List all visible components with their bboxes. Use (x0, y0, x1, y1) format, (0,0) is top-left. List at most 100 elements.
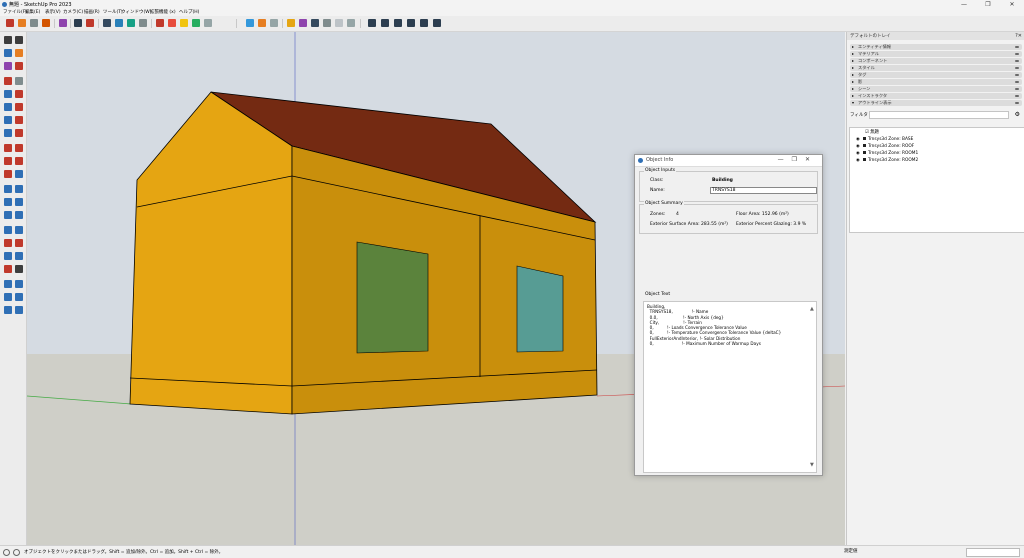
zoom-icon[interactable] (127, 19, 135, 27)
orbit-icon[interactable] (103, 19, 111, 27)
circle-tool-icon[interactable] (4, 103, 12, 111)
zoom-extents-icon[interactable] (139, 19, 147, 27)
menu-tools[interactable]: ツール(T) (103, 9, 123, 16)
tag-tool-icon[interactable] (15, 62, 23, 70)
object-text-area[interactable]: Building, TRNSYS18, !- Name 0.0, !- Nort… (643, 301, 817, 473)
tray-header-buttons[interactable]: ?✕ (1015, 33, 1022, 39)
outliner-root[interactable]: ☑ 無題 (865, 130, 879, 136)
line-icon[interactable] (30, 19, 38, 27)
menu-camera[interactable]: カメラ(C) (63, 9, 83, 16)
freehand-tool-icon[interactable] (15, 77, 23, 85)
layout-icon[interactable] (180, 19, 188, 27)
sandbox3-icon[interactable] (4, 306, 12, 314)
rotated-rect-icon[interactable] (15, 90, 23, 98)
eraser-icon[interactable] (18, 19, 26, 27)
top-view-icon[interactable] (258, 19, 266, 27)
move-icon[interactable] (86, 19, 94, 27)
dimension-tool-icon[interactable] (15, 185, 23, 193)
styles-icon[interactable] (204, 19, 212, 27)
front-view-icon[interactable] (270, 19, 278, 27)
scroll-down-icon[interactable]: ▼ (810, 462, 814, 468)
shaded-icon[interactable] (335, 19, 343, 27)
shaded-textures-icon[interactable] (347, 19, 355, 27)
close-button[interactable]: ✕ (1000, 0, 1024, 9)
text-scrollbar[interactable]: ▲ ▼ (810, 304, 815, 470)
outliner-item-room1[interactable]: ◉ Trnsys3d Zone: ROOM1 (856, 151, 918, 157)
panel-entity-info[interactable]: ▸ エンティティ情報 (850, 43, 1022, 50)
move-tool-icon[interactable] (4, 144, 12, 152)
trnsys-zone-icon[interactable] (368, 19, 376, 27)
pie-tool-icon[interactable] (15, 116, 23, 124)
maximize-button[interactable]: ❐ (976, 0, 1000, 9)
hidden-line-icon[interactable] (323, 19, 331, 27)
polygon-tool-icon[interactable] (15, 103, 23, 111)
wireframe-icon[interactable] (311, 19, 319, 27)
menu-view[interactable]: 表示(V) (45, 9, 61, 16)
protractor-tool-icon[interactable] (4, 198, 12, 206)
paint-bucket-icon[interactable] (59, 19, 67, 27)
back-edges-icon[interactable] (299, 19, 307, 27)
outliner-options-icon[interactable]: ⚙ (1015, 111, 1020, 118)
minimize-button[interactable]: — (952, 0, 976, 9)
select-tool-icon[interactable] (4, 36, 12, 44)
offset-tool-icon[interactable] (15, 170, 23, 178)
orbit-tool-icon[interactable] (4, 226, 12, 234)
outliner-item-roof[interactable]: ◉ Trnsys3d Zone: ROOF (856, 144, 914, 150)
rotate-tool-icon[interactable] (4, 157, 12, 165)
follow-me-icon[interactable] (15, 157, 23, 165)
previous-icon[interactable] (394, 19, 402, 27)
menu-draw[interactable]: 描画(R) (84, 9, 100, 16)
section-plane-icon[interactable] (15, 280, 23, 288)
warehouse-icon[interactable] (156, 19, 164, 27)
iso-view-icon[interactable] (246, 19, 254, 27)
arc-tool-icon[interactable] (4, 116, 12, 124)
lasso-tool-icon[interactable] (15, 36, 23, 44)
next-icon[interactable] (420, 19, 428, 27)
play-icon[interactable] (407, 19, 415, 27)
panel-outliner[interactable]: ▾ アウトライン表示 (850, 99, 1022, 106)
zoom-window-icon[interactable] (15, 239, 23, 247)
dialog-title-bar[interactable]: Object Info —❐✕ (635, 155, 822, 167)
eraser-tool-icon[interactable] (15, 49, 23, 57)
sandbox2-icon[interactable] (15, 293, 23, 301)
axes-tool-icon[interactable] (4, 211, 12, 219)
outliner-item-room2[interactable]: ◉ Trnsys3d Zone: ROOM2 (856, 158, 918, 164)
arc-icon[interactable] (42, 19, 50, 27)
make-component-icon[interactable] (4, 49, 12, 57)
position-camera-icon[interactable] (4, 265, 12, 273)
scale-tool-icon[interactable] (4, 170, 12, 178)
menu-extensions[interactable]: 拡張機能 (x) (150, 9, 176, 16)
menu-window[interactable]: ウィンドウ(W) (121, 9, 151, 16)
filter-input[interactable] (869, 111, 1009, 119)
panel-components[interactable]: ▸ コンポーネント (850, 57, 1022, 64)
arc3-tool-icon[interactable] (15, 129, 23, 137)
tape-tool-icon[interactable] (4, 185, 12, 193)
first-icon[interactable] (381, 19, 389, 27)
panel-materials[interactable]: ▸ マテリアル (850, 50, 1022, 57)
rectangle-tool-icon[interactable] (4, 90, 12, 98)
xray-icon[interactable] (287, 19, 295, 27)
walk-tool-icon[interactable] (15, 265, 23, 273)
extension-manager-icon[interactable] (192, 19, 200, 27)
push-pull-icon[interactable] (74, 19, 82, 27)
sandbox-icon[interactable] (4, 293, 12, 301)
name-input[interactable]: TRNSYS18 (710, 187, 817, 194)
arc2-tool-icon[interactable] (4, 129, 12, 137)
pan-icon[interactable] (115, 19, 123, 27)
panel-scenes[interactable]: ▸ シーン (850, 85, 1022, 92)
panel-styles[interactable]: ▸ スタイル (850, 64, 1022, 71)
zoom-extents-tool-icon[interactable] (4, 252, 12, 260)
pan-tool-icon[interactable] (15, 226, 23, 234)
outliner-item-base[interactable]: ◉ Trnsys3d Zone: BASE (856, 137, 913, 143)
menu-edit[interactable]: 編集(E) (25, 9, 40, 16)
sandbox4-icon[interactable] (15, 306, 23, 314)
last-icon[interactable] (433, 19, 441, 27)
zoom-tool-icon[interactable] (4, 239, 12, 247)
3d-text-icon[interactable] (15, 211, 23, 219)
previous-view-icon[interactable] (15, 252, 23, 260)
extension-warehouse-icon[interactable] (168, 19, 176, 27)
look-around-icon[interactable] (4, 280, 12, 288)
panel-tags[interactable]: ▸ タグ (850, 71, 1022, 78)
text-tool-icon[interactable] (15, 198, 23, 206)
panel-instructor[interactable]: ▸ インストラクタ (850, 92, 1022, 99)
